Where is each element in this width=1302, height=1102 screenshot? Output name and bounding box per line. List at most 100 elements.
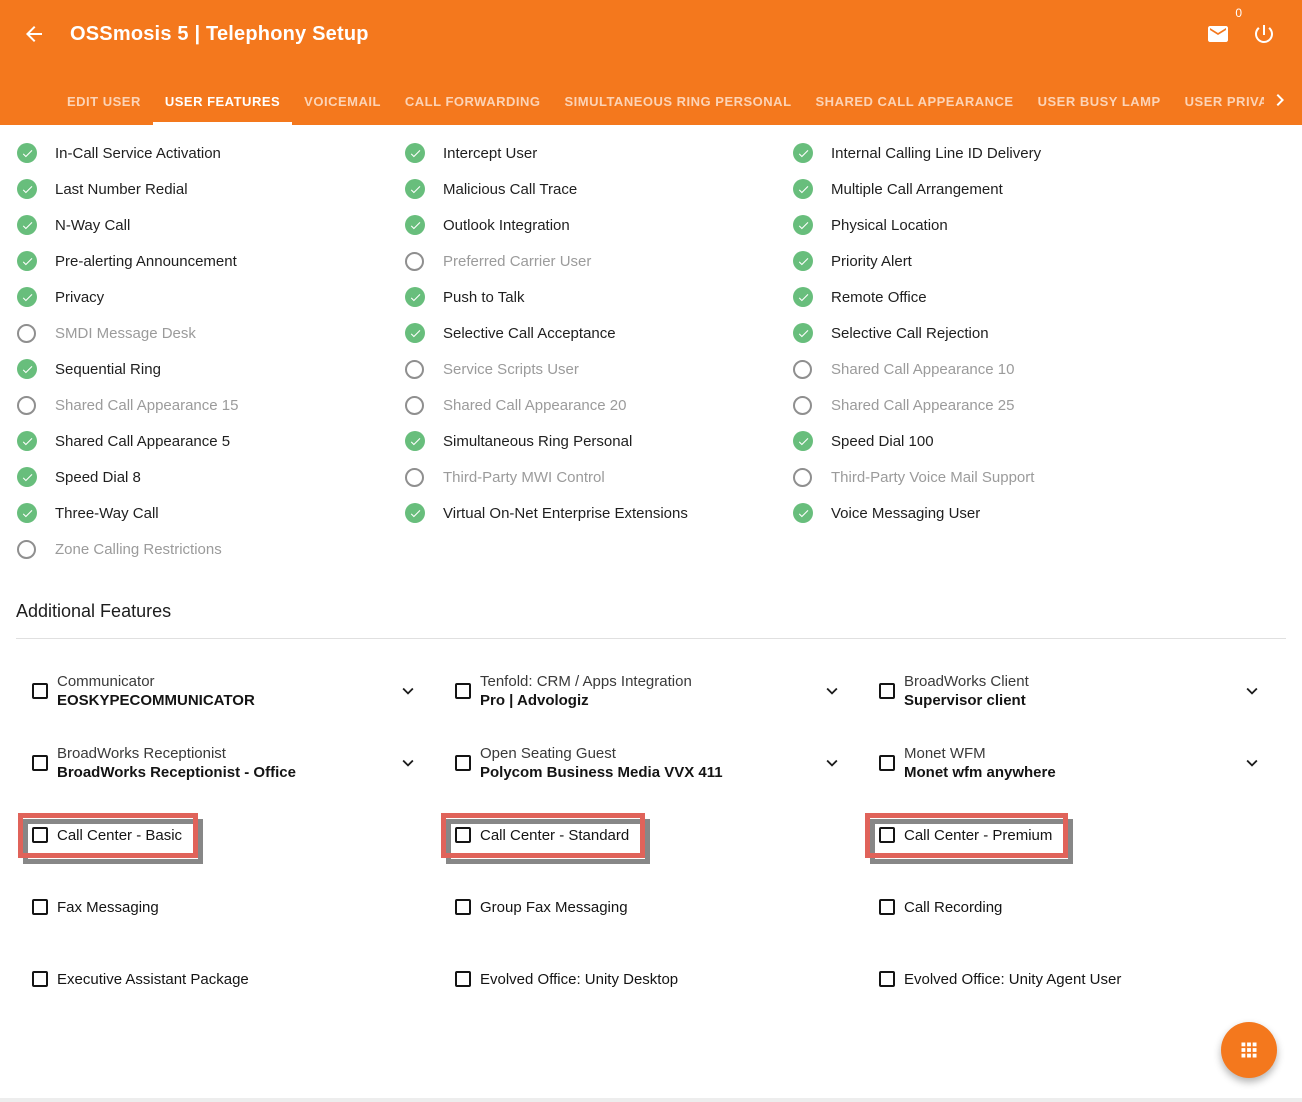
additional-feature-title: Call Recording bbox=[904, 898, 1002, 917]
feature-label: Privacy bbox=[55, 289, 104, 306]
additional-features-grid: CommunicatorEOSKYPECOMMUNICATORTenfold: … bbox=[0, 639, 1302, 1015]
additional-feature-title: Evolved Office: Unity Agent User bbox=[904, 970, 1121, 989]
feature-item-zone-calling-restrictions[interactable]: Zone Calling Restrictions bbox=[17, 531, 405, 567]
feature-item-preferred-carrier-user[interactable]: Preferred Carrier User bbox=[405, 243, 793, 279]
feature-item-speed-dial-8[interactable]: Speed Dial 8 bbox=[17, 459, 405, 495]
tab-shared-call-appearance[interactable]: SHARED CALL APPEARANCE bbox=[804, 94, 1026, 125]
additional-feature-text: Executive Assistant Package bbox=[57, 970, 249, 989]
check-circle-icon bbox=[17, 215, 37, 235]
feature-item-selective-call-acceptance[interactable]: Selective Call Acceptance bbox=[405, 315, 793, 351]
feature-item-service-scripts-user[interactable]: Service Scripts User bbox=[405, 351, 793, 387]
feature-item-sequential-ring[interactable]: Sequential Ring bbox=[17, 351, 405, 387]
tab-voicemail[interactable]: VOICEMAIL bbox=[292, 94, 393, 125]
empty-circle-icon bbox=[405, 252, 424, 271]
additional-feature-inner: Executive Assistant Package bbox=[32, 970, 249, 989]
feature-item-push-to-talk[interactable]: Push to Talk bbox=[405, 279, 793, 315]
checkbox[interactable] bbox=[32, 899, 48, 915]
feature-item-internal-calling-line-id-delivery[interactable]: Internal Calling Line ID Delivery bbox=[793, 135, 1302, 171]
tab-edit-user[interactable]: EDIT USER bbox=[55, 94, 153, 125]
checkbox[interactable] bbox=[455, 899, 471, 915]
feature-item-virtual-on-net-enterprise-extensions[interactable]: Virtual On-Net Enterprise Extensions bbox=[405, 495, 793, 531]
feature-item-smdi-message-desk[interactable]: SMDI Message Desk bbox=[17, 315, 405, 351]
tab-call-forwarding[interactable]: CALL FORWARDING bbox=[393, 94, 553, 125]
chevron-down-icon[interactable] bbox=[1241, 680, 1263, 702]
additional-feature-call-center-premium: Call Center - Premium bbox=[879, 799, 1299, 871]
additional-feature-text: Tenfold: CRM / Apps IntegrationPro | Adv… bbox=[480, 672, 692, 710]
checkbox[interactable] bbox=[455, 827, 471, 843]
chevron-down-icon[interactable] bbox=[821, 680, 843, 702]
tab-user-busy-lamp[interactable]: USER BUSY LAMP bbox=[1026, 94, 1173, 125]
checkbox[interactable] bbox=[32, 827, 48, 843]
feature-label: Intercept User bbox=[443, 145, 537, 162]
feature-item-malicious-call-trace[interactable]: Malicious Call Trace bbox=[405, 171, 793, 207]
chevron-down-icon[interactable] bbox=[1241, 752, 1263, 774]
checkbox[interactable] bbox=[32, 755, 48, 771]
additional-feature-inner: Group Fax Messaging bbox=[455, 898, 628, 917]
tabs-scroll-right-icon[interactable] bbox=[1264, 88, 1302, 125]
feature-item-n-way-call[interactable]: N-Way Call bbox=[17, 207, 405, 243]
additional-feature-title: Call Center - Standard bbox=[480, 826, 629, 845]
feature-item-pre-alerting-announcement[interactable]: Pre-alerting Announcement bbox=[17, 243, 405, 279]
additional-feature-monet-wfm: Monet WFMMonet wfm anywhere bbox=[879, 727, 1299, 799]
check-circle-icon bbox=[793, 179, 813, 199]
chevron-down-icon[interactable] bbox=[397, 752, 419, 774]
feature-item-shared-call-appearance-10[interactable]: Shared Call Appearance 10 bbox=[793, 351, 1302, 387]
additional-feature-text: Fax Messaging bbox=[57, 898, 159, 917]
feature-label: Zone Calling Restrictions bbox=[55, 541, 222, 558]
feature-item-selective-call-rejection[interactable]: Selective Call Rejection bbox=[793, 315, 1302, 351]
feature-label: Selective Call Rejection bbox=[831, 325, 989, 342]
feature-item-shared-call-appearance-15[interactable]: Shared Call Appearance 15 bbox=[17, 387, 405, 423]
feature-label: Shared Call Appearance 20 bbox=[443, 397, 626, 414]
check-circle-icon bbox=[793, 251, 813, 271]
checkbox[interactable] bbox=[879, 683, 895, 699]
feature-item-physical-location[interactable]: Physical Location bbox=[793, 207, 1302, 243]
feature-item-shared-call-appearance-20[interactable]: Shared Call Appearance 20 bbox=[405, 387, 793, 423]
feature-item-priority-alert[interactable]: Priority Alert bbox=[793, 243, 1302, 279]
fab-apps-button[interactable] bbox=[1221, 1022, 1277, 1078]
feature-item-shared-call-appearance-5[interactable]: Shared Call Appearance 5 bbox=[17, 423, 405, 459]
feature-item-in-call-service-activation[interactable]: In-Call Service Activation bbox=[17, 135, 405, 171]
chevron-down-icon[interactable] bbox=[821, 752, 843, 774]
feature-item-simultaneous-ring-personal[interactable]: Simultaneous Ring Personal bbox=[405, 423, 793, 459]
additional-feature-call-center-standard: Call Center - Standard bbox=[455, 799, 879, 871]
chevron-down-icon[interactable] bbox=[397, 680, 419, 702]
feature-item-intercept-user[interactable]: Intercept User bbox=[405, 135, 793, 171]
empty-circle-icon bbox=[17, 396, 36, 415]
additional-feature-inner: Evolved Office: Unity Desktop bbox=[455, 970, 678, 989]
power-icon[interactable] bbox=[1252, 22, 1276, 46]
feature-label: Sequential Ring bbox=[55, 361, 161, 378]
content: In-Call Service ActivationLast Number Re… bbox=[0, 125, 1302, 1015]
feature-item-remote-office[interactable]: Remote Office bbox=[793, 279, 1302, 315]
checkbox[interactable] bbox=[455, 971, 471, 987]
feature-item-speed-dial-100[interactable]: Speed Dial 100 bbox=[793, 423, 1302, 459]
tab-user-privacy-se[interactable]: USER PRIVACY SE bbox=[1173, 94, 1264, 125]
feature-item-outlook-integration[interactable]: Outlook Integration bbox=[405, 207, 793, 243]
feature-item-third-party-voice-mail-support[interactable]: Third-Party Voice Mail Support bbox=[793, 459, 1302, 495]
feature-label: Service Scripts User bbox=[443, 361, 579, 378]
additional-feature-broadworks-client: BroadWorks ClientSupervisor client bbox=[879, 655, 1299, 727]
mail-icon[interactable] bbox=[1206, 22, 1230, 46]
additional-feature-title: BroadWorks Receptionist bbox=[57, 744, 296, 763]
checkbox[interactable] bbox=[879, 971, 895, 987]
feature-item-voice-messaging-user[interactable]: Voice Messaging User bbox=[793, 495, 1302, 531]
feature-item-third-party-mwi-control[interactable]: Third-Party MWI Control bbox=[405, 459, 793, 495]
feature-label: Virtual On-Net Enterprise Extensions bbox=[443, 505, 688, 522]
empty-circle-icon bbox=[793, 360, 812, 379]
tab-user-features[interactable]: USER FEATURES bbox=[153, 94, 292, 125]
additional-feature-title: Tenfold: CRM / Apps Integration bbox=[480, 672, 692, 691]
checkbox[interactable] bbox=[32, 683, 48, 699]
feature-item-last-number-redial[interactable]: Last Number Redial bbox=[17, 171, 405, 207]
checkbox[interactable] bbox=[879, 755, 895, 771]
check-circle-icon bbox=[405, 179, 425, 199]
checkbox[interactable] bbox=[879, 827, 895, 843]
checkbox[interactable] bbox=[455, 683, 471, 699]
checkbox[interactable] bbox=[455, 755, 471, 771]
tab-simultaneous-ring-personal[interactable]: SIMULTANEOUS RING PERSONAL bbox=[552, 94, 803, 125]
checkbox[interactable] bbox=[879, 899, 895, 915]
feature-item-privacy[interactable]: Privacy bbox=[17, 279, 405, 315]
feature-item-three-way-call[interactable]: Three-Way Call bbox=[17, 495, 405, 531]
feature-item-multiple-call-arrangement[interactable]: Multiple Call Arrangement bbox=[793, 171, 1302, 207]
feature-item-shared-call-appearance-25[interactable]: Shared Call Appearance 25 bbox=[793, 387, 1302, 423]
checkbox[interactable] bbox=[32, 971, 48, 987]
back-icon[interactable] bbox=[22, 22, 46, 46]
